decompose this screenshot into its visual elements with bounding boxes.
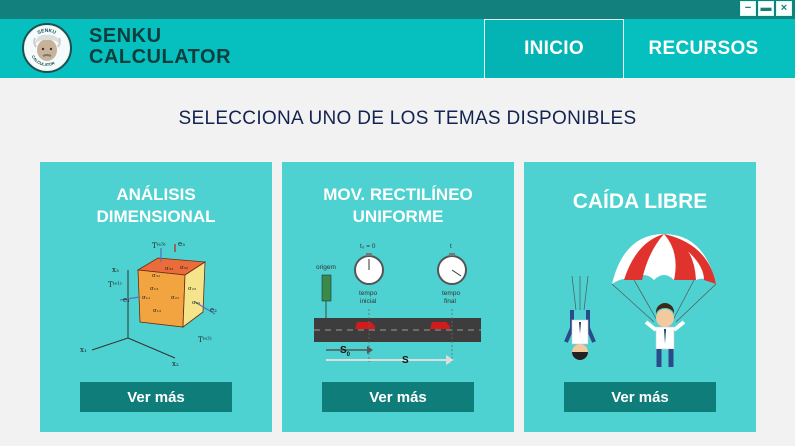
- axis-x2-label: x₂: [172, 360, 179, 368]
- app-header: SENKU CALCULATOR SENKU CALCULATOR INICIO…: [0, 19, 795, 78]
- maximize-button[interactable]: ▬: [758, 1, 774, 16]
- card-analisis-dimensional[interactable]: ANÁLISIS DIMENSIONAL x₃ x₁ x₂ T⁽ᵉ³⁾ e₃ e…: [40, 162, 272, 432]
- sigma-31-label: σ₃₁: [152, 273, 160, 279]
- ver-mas-analisis-button[interactable]: Ver más: [80, 382, 232, 412]
- senku-logo: SENKU CALCULATOR: [22, 23, 72, 73]
- free-fall-illustration: [564, 234, 717, 367]
- ver-mas-caida-libre-button[interactable]: Ver más: [564, 382, 716, 412]
- end-time-label-1: tempo: [442, 290, 460, 297]
- window-controls: − ▬ ×: [740, 1, 792, 16]
- title-bar: − ▬ ×: [0, 0, 795, 19]
- sigma-32-label: σ₃₂: [180, 265, 188, 271]
- sigma-11-label: σ₁₁: [142, 295, 150, 301]
- vector-T1-label: T⁽ᵉ¹⁾: [108, 280, 122, 289]
- vector-e3-label: e₃: [178, 240, 185, 248]
- app-brand-name: SENKU CALCULATOR: [89, 26, 231, 68]
- vector-T2-label: T⁽ᵉ²⁾: [198, 335, 212, 344]
- axis-x1-label: x₁: [80, 346, 87, 354]
- sigma-23-label: σ₂₃: [188, 286, 196, 292]
- vector-e2-label: e₂: [210, 306, 217, 314]
- s0-label: S0: [340, 345, 351, 358]
- t-label: t: [450, 243, 452, 250]
- sigma-33-label: σ₃₃: [165, 266, 173, 272]
- nav-recursos[interactable]: RECURSOS: [626, 19, 781, 78]
- card-caida-libre[interactable]: CAÍDA LIBRE Ver más: [524, 162, 756, 432]
- stress-cube-illustration: x₃ x₁ x₂ T⁽ᵉ³⁾ e₃ e₁ T⁽ᵉ¹⁾ e₂ T⁽ᵉ²⁾ σ₃₃ …: [80, 240, 217, 368]
- end-time-label-2: final: [444, 298, 456, 305]
- sigma-13-label: σ₁₃: [150, 286, 158, 292]
- einstein-avatar-icon: SENKU CALCULATOR: [25, 26, 69, 70]
- brand-line-2: CALCULATOR: [89, 46, 232, 68]
- axis-x3-label: x₃: [112, 266, 119, 274]
- uniform-motion-illustration: origem t₀ = 0 tempo inicial t tempo fina…: [314, 243, 481, 366]
- minimize-button[interactable]: −: [740, 1, 756, 16]
- start-time-label-2: inicial: [360, 298, 377, 305]
- vector-e1-label: e₁: [123, 296, 130, 304]
- card-mov-rectilineo-uniforme[interactable]: MOV. RECTILÍNEO UNIFORME origem t₀ = 0 t…: [282, 162, 514, 432]
- vector-T3-label: T⁽ᵉ³⁾: [152, 241, 166, 250]
- sigma-22-label: σ₂₂: [192, 300, 200, 306]
- s-label: S: [402, 355, 409, 366]
- sigma-12-label: σ₁₂: [153, 308, 161, 314]
- t0-label: t₀ = 0: [360, 243, 376, 250]
- nav-inicio[interactable]: INICIO: [484, 19, 624, 78]
- ver-mas-mru-button[interactable]: Ver más: [322, 382, 474, 412]
- page-heading: SELECCIONA UNO DE LOS TEMAS DISPONIBLES: [178, 108, 637, 129]
- brand-line-1: SENKU: [89, 25, 162, 47]
- sigma-21-label: σ₂₁: [171, 295, 179, 301]
- close-button[interactable]: ×: [776, 1, 792, 16]
- start-time-label-1: tempo: [359, 290, 377, 297]
- origin-label: origem: [316, 264, 336, 271]
